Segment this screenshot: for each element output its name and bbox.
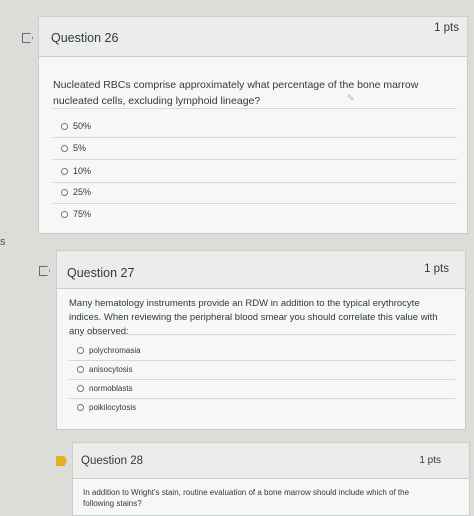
answer-option[interactable]: polychromasia (77, 346, 141, 355)
answer-option[interactable]: 75% (61, 209, 91, 219)
radio-icon[interactable] (61, 144, 68, 152)
flag-icon[interactable] (39, 266, 50, 276)
answer-option[interactable]: anisocytosis (77, 365, 133, 374)
divider (53, 108, 457, 109)
answer-option[interactable]: poikilocytosis (77, 403, 136, 412)
divider (69, 360, 455, 361)
question-title: Question 26 (51, 31, 119, 45)
option-label: 5% (73, 143, 87, 153)
radio-icon[interactable] (61, 122, 68, 130)
answer-option[interactable]: normoblasts (77, 384, 133, 393)
radio-icon[interactable] (77, 366, 84, 373)
option-label: 10% (73, 166, 92, 176)
divider (53, 182, 457, 183)
answer-option[interactable]: 25% (61, 187, 91, 197)
question-text: In addition to Wright's stain, routine e… (83, 488, 410, 508)
divider (69, 379, 455, 380)
question-header: Question 27 1 pts (57, 251, 465, 289)
option-label: 75% (73, 209, 92, 219)
page-edge-text: s (0, 236, 6, 248)
radio-icon[interactable] (61, 188, 68, 196)
question-text: Many hematology instruments provide an R… (69, 298, 438, 337)
question-points: 1 pts (434, 22, 459, 34)
answer-option[interactable]: 5% (61, 143, 86, 153)
question-26-card: Question 26 1 pts Nucleated RBCs compris… (38, 16, 468, 234)
divider (53, 203, 457, 204)
pencil-icon: ✎ (347, 93, 355, 103)
divider (53, 159, 457, 160)
radio-icon[interactable] (61, 210, 68, 218)
option-label: 50% (73, 121, 92, 131)
option-label: polychromasia (89, 346, 141, 355)
question-points: 1 pts (424, 263, 449, 275)
question-title: Question 27 (67, 266, 135, 280)
radio-icon[interactable] (77, 385, 84, 392)
option-label: 25% (73, 187, 92, 197)
answer-option[interactable]: 10% (61, 166, 91, 176)
radio-icon[interactable] (77, 404, 84, 411)
flag-icon[interactable] (22, 33, 33, 43)
question-title: Question 28 (81, 455, 144, 467)
divider (69, 334, 455, 335)
option-label: normoblasts (89, 384, 133, 393)
question-header: Question 28 1 pts (73, 443, 469, 479)
radio-icon[interactable] (61, 167, 68, 175)
question-28-card: Question 28 1 pts In addition to Wright'… (72, 442, 470, 516)
question-points: 1 pts (419, 455, 441, 466)
option-label: anisocytosis (89, 365, 133, 374)
question-text: Nucleated RBCs comprise approximately wh… (53, 79, 419, 107)
question-header: Question 26 1 pts (39, 17, 467, 57)
flag-icon[interactable] (56, 456, 67, 466)
option-label: poikilocytosis (89, 403, 137, 412)
answer-option[interactable]: 50% (61, 121, 91, 131)
radio-icon[interactable] (77, 347, 84, 354)
divider (69, 398, 455, 399)
divider (53, 137, 457, 138)
question-27-card: Question 27 1 pts Many hematology instru… (56, 250, 466, 430)
